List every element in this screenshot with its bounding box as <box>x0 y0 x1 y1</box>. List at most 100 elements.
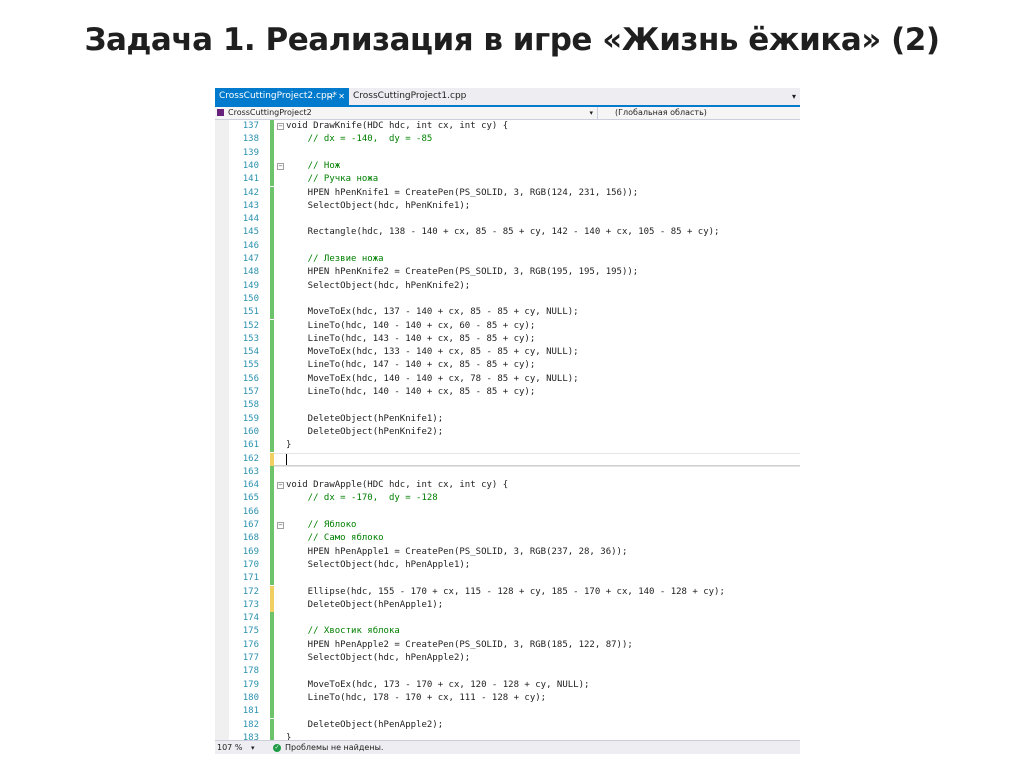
check-circle-icon: ✓ <box>273 744 281 752</box>
line-number: 177 <box>242 653 259 663</box>
code-line[interactable]: 151 MoveToEx(hdc, 137 - 140 + cx, 85 - 8… <box>215 306 800 320</box>
code-line[interactable]: 178 <box>215 665 800 679</box>
code-text: DeleteObject(hPenKnife2); <box>286 426 444 437</box>
code-text: LineTo(hdc, 140 - 140 + cx, 85 - 85 + cy… <box>286 387 536 397</box>
code-line[interactable]: 156 MoveToEx(hdc, 140 - 140 + cx, 78 - 8… <box>215 372 800 386</box>
collapse-icon[interactable]: − <box>277 482 284 490</box>
change-marker <box>270 505 274 519</box>
collapse-icon[interactable]: − <box>277 123 284 130</box>
code-line[interactable]: 144 <box>215 213 800 227</box>
tab-label: CrossCuttingProject1.cpp <box>353 91 467 101</box>
collapse-icon[interactable]: − <box>277 162 284 170</box>
line-number: 167 <box>242 520 259 530</box>
code-text: HPEN hPenApple2 = CreatePen(PS_SOLID, 3,… <box>286 639 633 650</box>
code-line[interactable]: 181 <box>215 705 800 719</box>
code-line[interactable]: 153 LineTo(hdc, 143 - 140 + cx, 85 - 85 … <box>215 332 800 347</box>
code-text: // dx = -170, dy = -128 <box>286 493 438 504</box>
change-marker <box>270 492 274 506</box>
tab-crosscuttingproject2[interactable]: CrossCuttingProject2.cpp* ⊹ ✕ <box>215 88 349 105</box>
code-line[interactable]: 163 <box>215 465 800 480</box>
code-text: Ellipse(hdc, 155 - 170 + cx, 115 - 128 +… <box>286 586 725 597</box>
code-line[interactable]: 164 − void DrawApple(HDC hdc, int cx, int … <box>215 479 800 493</box>
change-marker <box>270 572 274 586</box>
code-line[interactable]: 182 DeleteObject(hPenApple2); <box>215 718 800 732</box>
code-text: LineTo(hdc, 140 - 140 + cx, 60 - 85 + cy… <box>286 320 536 331</box>
code-text: DeleteObject(hPenKnife1); <box>286 413 444 424</box>
code-line[interactable]: 174 <box>215 612 800 626</box>
change-marker <box>270 226 274 240</box>
code-line[interactable]: 173 DeleteObject(hPenApple1); <box>215 598 800 613</box>
line-number: 147 <box>242 254 259 264</box>
code-line[interactable]: 169 HPEN hPenApple1 = CreatePen(PS_SOLID… <box>215 545 800 559</box>
code-line[interactable]: 145 Rectangle(hdc, 138 - 140 + cx, 85 - … <box>215 226 800 240</box>
code-line[interactable]: 158 <box>215 399 800 413</box>
code-line[interactable]: 162 <box>215 452 800 467</box>
code-line[interactable]: 140 − // Нож <box>215 159 800 174</box>
code-text: SelectObject(hdc, hPenApple1); <box>286 559 471 570</box>
line-number: 141 <box>242 174 259 185</box>
tab-crosscuttingproject1[interactable]: CrossCuttingProject1.cpp <box>349 88 466 105</box>
code-text: // Нож <box>286 160 341 171</box>
code-line[interactable]: 168 // Само яблоко <box>215 532 800 546</box>
code-area[interactable]: 137− void DrawKnife(HDC hdc, int cx, int … <box>215 120 800 746</box>
code-text: SelectObject(hdc, hPenKnife2); <box>286 280 471 291</box>
chevron-down-icon[interactable]: ▾ <box>589 107 593 119</box>
line-number: 181 <box>242 706 259 717</box>
code-line[interactable]: 167 − // Яблоко <box>215 519 800 533</box>
zoom-level[interactable]: 107 % <box>217 741 242 754</box>
code-line[interactable]: 157 LineTo(hdc, 140 - 140 + cx, 85 - 85 … <box>215 386 800 400</box>
code-line[interactable]: 171 <box>215 572 800 586</box>
change-marker <box>270 253 274 267</box>
code-line[interactable]: 149 SelectObject(hdc, hPenKnife2); <box>215 279 800 293</box>
code-text: MoveToEx(hdc, 133 - 140 + cx, 85 - 85 + … <box>286 347 579 358</box>
code-line[interactable]: 142 HPEN hPenKnife1 = CreatePen(PS_SOLID… <box>215 186 800 200</box>
code-text: void DrawKnife(HDC hdc, int cx, int cy) … <box>286 121 509 131</box>
code-line[interactable]: 170 SelectObject(hdc, hPenApple1); <box>215 558 800 573</box>
code-line[interactable]: 175 // Хвостик яблока <box>215 625 800 639</box>
line-number: 145 <box>242 227 259 238</box>
tab-bar: CrossCuttingProject2.cpp* ⊹ ✕ CrossCutti… <box>215 88 800 107</box>
line-number: 176 <box>242 639 259 650</box>
code-line[interactable]: 146 <box>215 239 800 253</box>
code-line[interactable]: 166 <box>215 505 800 519</box>
code-line[interactable]: 172 Ellipse(hdc, 155 - 170 + cx, 115 - 1… <box>215 585 800 599</box>
code-text: } <box>286 440 292 451</box>
code-line[interactable]: 160 DeleteObject(hPenKnife2); <box>215 425 800 440</box>
pin-icon[interactable]: ⊹ <box>328 88 335 105</box>
code-line[interactable]: 159 DeleteObject(hPenKnife1); <box>215 412 800 426</box>
code-text: DeleteObject(hPenApple2); <box>286 719 444 730</box>
code-line[interactable]: 155 LineTo(hdc, 147 - 140 + cx, 85 - 85 … <box>215 359 800 373</box>
change-marker <box>270 306 274 320</box>
code-line[interactable]: 147 // Лезвие ножа <box>215 253 800 267</box>
code-line[interactable]: 148 HPEN hPenKnife2 = CreatePen(PS_SOLID… <box>215 266 800 280</box>
code-line[interactable]: 152 LineTo(hdc, 140 - 140 + cx, 60 - 85 … <box>215 319 800 333</box>
change-marker <box>270 465 274 480</box>
line-number: 163 <box>242 466 259 477</box>
code-text: // Ручка ножа <box>286 174 379 185</box>
code-line[interactable]: 150 <box>215 292 800 307</box>
code-line[interactable]: 154 MoveToEx(hdc, 133 - 140 + cx, 85 - 8… <box>215 346 800 360</box>
code-line[interactable]: 137 − void DrawKnife(HDC hdc, int cx, int … <box>215 120 800 134</box>
tab-list-dropdown-icon[interactable]: ▾ <box>792 88 796 105</box>
code-line[interactable]: 139 <box>215 146 800 160</box>
code-line[interactable]: 143 SelectObject(hdc, hPenKnife1); <box>215 199 800 214</box>
change-marker <box>270 146 274 160</box>
editor-status-bar: 107 % ▾ ✓ Проблемы не найдены. <box>215 740 800 754</box>
scope-selector[interactable]: (Глобальная область) <box>615 107 707 119</box>
project-selector[interactable]: CrossCuttingProject2 ▾ <box>217 107 598 119</box>
line-number: 155 <box>242 360 259 371</box>
close-icon[interactable]: ✕ <box>338 88 345 105</box>
code-text: // dx = -140, dy = -85 <box>286 134 433 145</box>
code-line[interactable]: 179 MoveToEx(hdc, 173 - 170 + cx, 120 - … <box>215 678 800 692</box>
chevron-down-icon[interactable]: ▾ <box>251 741 255 754</box>
code-line[interactable]: 141 // Ручка ножа <box>215 173 800 187</box>
code-line[interactable]: 161} <box>215 439 800 453</box>
change-marker <box>270 159 274 174</box>
code-line[interactable]: 138 // dx = -140, dy = -85 <box>215 133 800 147</box>
code-line[interactable]: 165 // dx = -170, dy = -128 <box>215 492 800 506</box>
code-line[interactable]: 180 LineTo(hdc, 178 - 170 + cx, 111 - 12… <box>215 691 800 706</box>
code-line[interactable]: 176 HPEN hPenApple2 = CreatePen(PS_SOLID… <box>215 638 800 652</box>
code-line[interactable]: 177 SelectObject(hdc, hPenApple2); <box>215 652 800 666</box>
collapse-icon[interactable]: − <box>277 522 284 529</box>
problems-status[interactable]: Проблемы не найдены. <box>285 741 383 754</box>
